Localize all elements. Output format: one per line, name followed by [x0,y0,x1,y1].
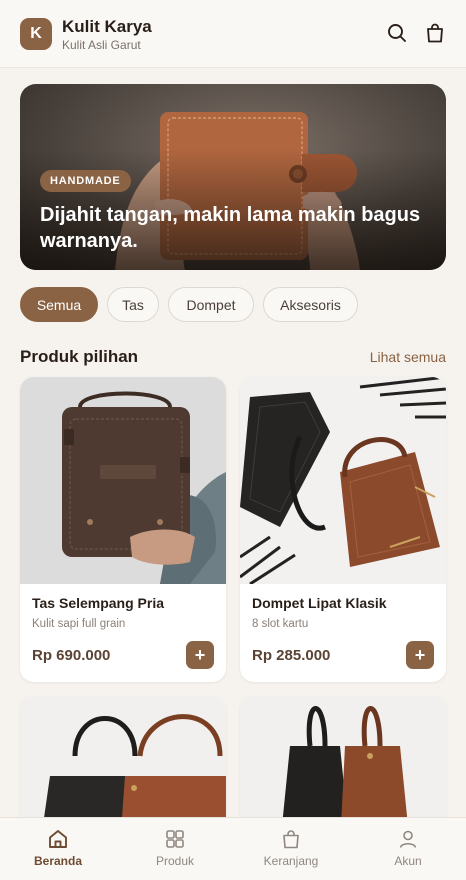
product-image [20,377,226,584]
see-all-link[interactable]: Lihat semua [370,349,446,365]
product-name: Dompet Lipat Klasik [252,595,387,611]
product-name: Tas Selempang Pria [32,595,165,611]
bottom-navigation: Beranda Produk Keranjang Akun [0,817,466,880]
product-price: Rp 690.000 [32,647,111,664]
nav-item-keranjang[interactable]: Keranjang [233,818,349,880]
search-button[interactable] [386,22,408,44]
search-icon [388,24,406,42]
nav-label: Akun [394,854,422,868]
add-to-cart-button[interactable]: + [186,641,214,669]
brand-logo: K [20,18,52,50]
hero-badge: HANDMADE [40,170,131,192]
shopping-bag-icon [427,23,443,43]
product-desc: 8 slot kartu [252,618,309,630]
nav-item-akun[interactable]: Akun [350,818,466,880]
product-card[interactable]: Tas Selempang Pria Kulit sapi full grain… [20,377,226,682]
product-card[interactable]: Dompet Lipat Klasik 8 slot kartu Rp 285.… [240,377,446,682]
product-image [240,377,446,584]
section-title: Produk pilihan [20,347,139,366]
app-header: K Kulit Karya Kulit Asli Garut [0,0,466,68]
chip-dompet[interactable]: Dompet [168,287,254,322]
add-to-cart-button[interactable]: + [406,641,434,669]
chip-semua[interactable]: Semua [20,287,98,322]
home-icon [49,830,67,848]
nav-item-beranda[interactable]: Beranda [0,818,116,880]
brand-name: Kulit Karya [62,17,152,36]
chip-tas[interactable]: Tas [107,287,159,322]
nav-label: Keranjang [263,854,319,868]
product-price: Rp 285.000 [252,647,331,664]
chip-aksesoris[interactable]: Aksesoris [263,287,358,322]
nav-label: Beranda [33,854,83,868]
nav-item-produk[interactable]: Produk [117,818,233,880]
hero-title: Dijahit tangan, makin lama makin bagus w… [40,204,421,252]
grid-icon [166,830,184,848]
user-icon [399,830,417,848]
hero-banner[interactable]: HANDMADE Dijahit tangan, makin lama maki… [20,84,446,270]
brand-tagline: Kulit Asli Garut [62,38,141,52]
shopping-bag-icon [283,830,299,849]
nav-label: Produk [155,854,195,868]
cart-button[interactable] [424,22,446,44]
product-desc: Kulit sapi full grain [32,618,126,630]
